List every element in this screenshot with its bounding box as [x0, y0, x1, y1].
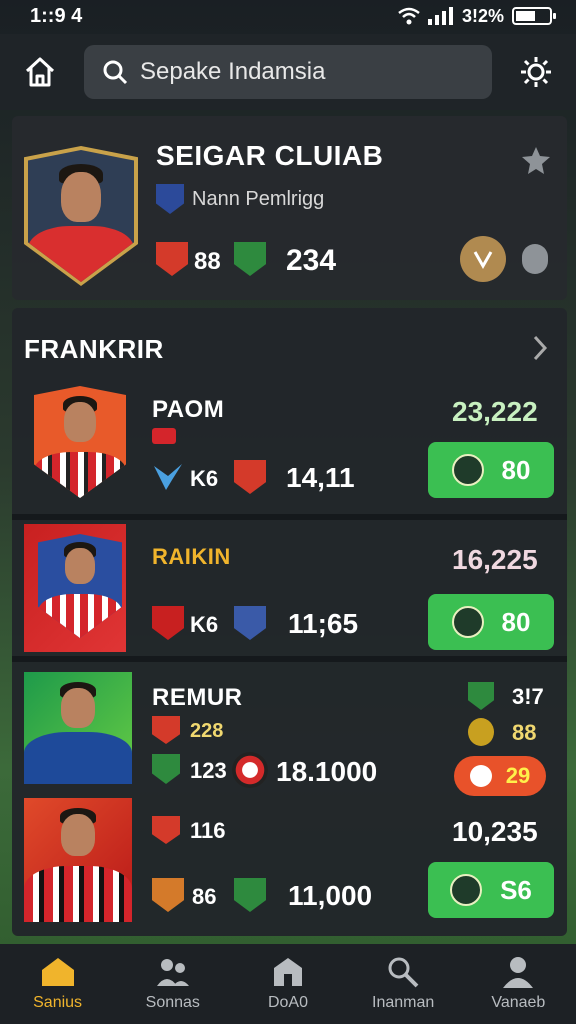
- list-item[interactable]: PAOM K6 14,11 23,222 80: [12, 378, 567, 512]
- blue-crest-icon: [234, 606, 266, 640]
- building-icon: [273, 958, 302, 986]
- search-icon: [103, 60, 128, 85]
- player-stat-b: 123: [190, 758, 227, 783]
- side-crest-a-icon: [468, 682, 494, 710]
- player-stat-label: K6: [190, 612, 219, 637]
- section-title: FRANKRIR: [24, 334, 164, 364]
- tab-vanaeb[interactable]: Vanaeb: [468, 956, 568, 1012]
- flag-icon: [152, 428, 176, 444]
- player-stat-b: 86: [192, 884, 217, 909]
- player-value: 18.1000: [276, 756, 378, 787]
- side-stat-a: 3!7: [512, 684, 544, 709]
- coin-icon[interactable]: [460, 236, 506, 282]
- status-time: 1::9 4: [30, 4, 83, 27]
- status-bar: 1::9 4 3!2%: [0, 0, 576, 32]
- score-value: 80: [501, 454, 531, 485]
- ball-icon: [232, 752, 268, 788]
- star-icon[interactable]: [520, 144, 552, 176]
- people-icon: [156, 959, 189, 986]
- player-portrait: [24, 798, 132, 922]
- status-icons: 3!2%: [398, 5, 556, 27]
- player-value: 11;65: [288, 608, 359, 639]
- score-value: 29: [505, 763, 531, 788]
- player-price: 16,225: [452, 544, 538, 575]
- featured-club-card[interactable]: SEIGAR CLUIAB Nann Pemlrigg 88 234: [12, 116, 567, 300]
- featured-value: 234: [286, 244, 337, 277]
- featured-rating: 88: [194, 248, 221, 275]
- green-crest-icon: [152, 754, 180, 784]
- player-list-card: FRANKRIR PAOM K6 14,11 23,222 80 RAIKIN …: [12, 308, 567, 936]
- red-crest-icon: [234, 460, 266, 494]
- score-value: 80: [501, 606, 531, 637]
- club-crest-icon: [469, 765, 492, 787]
- home-icon: [25, 57, 55, 87]
- gear-icon: [521, 57, 551, 87]
- yellow-crest-icon: [152, 606, 184, 640]
- tab-label: Sanius: [33, 994, 83, 1011]
- featured-title: SEIGAR CLUIAB: [156, 140, 384, 171]
- search-person-icon: [388, 957, 419, 988]
- club-crest-icon: [451, 606, 484, 638]
- red-crest-icon: [152, 816, 180, 844]
- battery-percent: 3!2%: [461, 5, 504, 26]
- club-crest-icon: [450, 874, 483, 906]
- score-pill[interactable]: 80: [428, 594, 554, 650]
- side-crest-b-icon: [468, 718, 494, 746]
- player-price: 23,222: [452, 396, 538, 427]
- red-crest-icon: [156, 242, 188, 276]
- list-item[interactable]: 116 86 11,000 10,235 S6: [12, 792, 567, 932]
- side-stat-b: 88: [512, 720, 537, 745]
- battery-icon: [512, 7, 556, 25]
- tab-sanius[interactable]: Sanius: [8, 956, 108, 1012]
- wifi-icon: [398, 7, 420, 25]
- chevron-right-icon[interactable]: [530, 334, 550, 362]
- featured-player-portrait: [24, 146, 138, 286]
- signal-icon: [427, 7, 453, 25]
- featured-subtitle: Nann Pemlrigg: [192, 188, 325, 210]
- player-price: 10,235: [452, 816, 538, 847]
- player-stat-a: 116: [190, 818, 226, 843]
- tab-inanman[interactable]: Inanman: [353, 956, 453, 1012]
- tab-label: Sonnas: [145, 994, 200, 1011]
- tab-doa0[interactable]: DoA0: [238, 956, 338, 1012]
- list-item[interactable]: RAIKIN K6 11;65 16,225 80: [12, 520, 567, 656]
- player-value: 11,000: [288, 880, 373, 911]
- profile-icon: [503, 957, 534, 988]
- club-crest-icon: [451, 454, 484, 486]
- player-name: REMUR: [152, 684, 243, 711]
- score-pill[interactable]: S6: [428, 862, 554, 918]
- settings-button[interactable]: [512, 48, 560, 96]
- tab-label: Inanman: [372, 994, 435, 1011]
- player-name: PAOM: [152, 396, 225, 423]
- player-stat-a: 228: [190, 720, 224, 742]
- bottom-tab-bar: Sanius Sonnas DoA0 Inanman Vanaeb: [0, 944, 576, 1024]
- green-crest-icon: [234, 878, 266, 912]
- bird-icon: [154, 464, 182, 490]
- tab-label: DoA0: [267, 994, 308, 1011]
- score-pill[interactable]: 80: [428, 442, 554, 498]
- home-button[interactable]: [16, 48, 64, 96]
- player-portrait: [34, 386, 126, 498]
- red-crest-icon: [152, 716, 180, 744]
- player-stat-label: K6: [190, 466, 219, 491]
- green-crest-icon: [234, 242, 266, 276]
- search-input[interactable]: Sepake Indamsia: [140, 58, 325, 86]
- player-portrait: [24, 672, 132, 784]
- search-bar[interactable]: Sepake Indamsia: [84, 45, 492, 99]
- home-icon: [41, 958, 74, 986]
- orange-crest-icon: [152, 878, 184, 912]
- player-value: 14,11: [286, 462, 355, 493]
- player-name: RAIKIN: [152, 544, 231, 569]
- club-crest-icon: [156, 184, 184, 214]
- toggle-icon[interactable]: [522, 244, 548, 274]
- tab-label: Vanaeb: [491, 994, 546, 1011]
- score-value: S6: [500, 874, 532, 905]
- tab-sonnas[interactable]: Sonnas: [123, 956, 223, 1012]
- list-item[interactable]: REMUR 228 123 18.1000 3!7 88 29: [12, 662, 567, 796]
- score-pill[interactable]: 29: [454, 756, 546, 796]
- top-bar: Sepake Indamsia: [0, 34, 576, 110]
